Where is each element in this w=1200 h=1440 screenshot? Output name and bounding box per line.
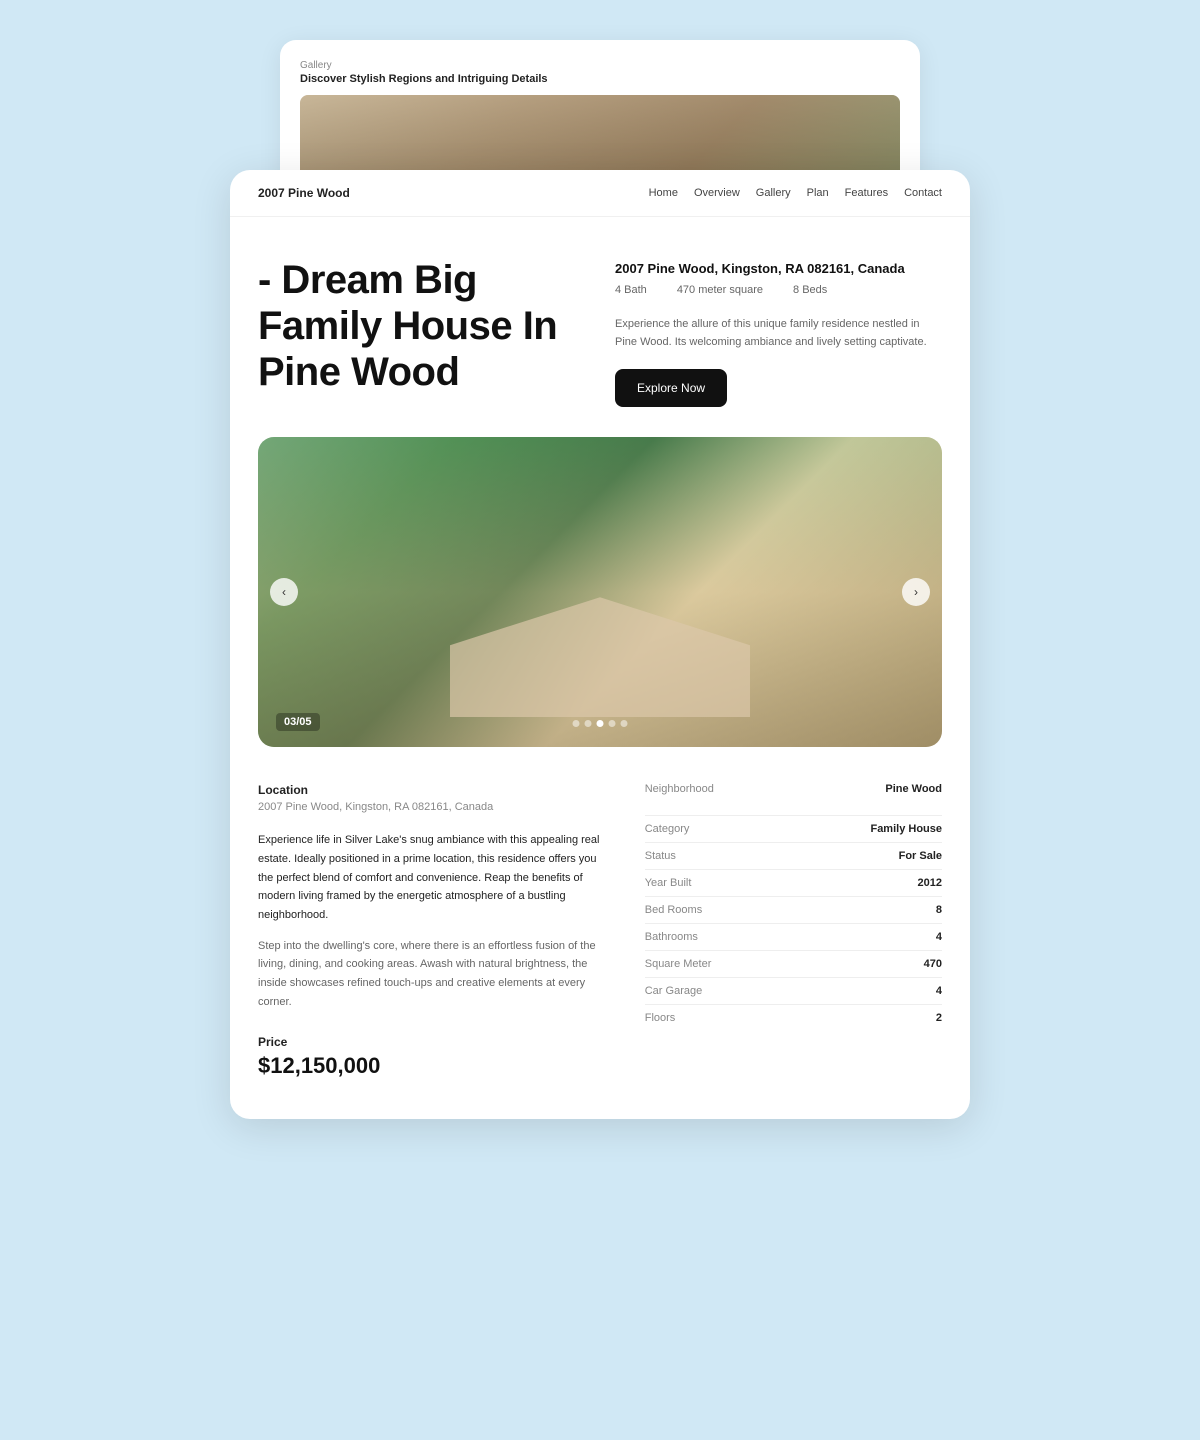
spec-row-4: Bathrooms 4: [645, 924, 942, 951]
hero-title: - Dream Big Family House In Pine Wood: [258, 257, 585, 395]
spec-row-1: Status For Sale: [645, 843, 942, 870]
stat-bath: 4 Bath: [615, 284, 647, 296]
spec-label-4: Bathrooms: [645, 924, 788, 951]
spec-row-7: Floors 2: [645, 1005, 942, 1032]
details-description-2: Step into the dwelling's core, where the…: [258, 937, 615, 1012]
price-label: Price: [258, 1035, 615, 1049]
hero-right: 2007 Pine Wood, Kingston, RA 082161, Can…: [615, 257, 942, 407]
nav-gallery[interactable]: Gallery: [756, 187, 791, 199]
hero-section: - Dream Big Family House In Pine Wood 20…: [230, 217, 970, 437]
nav-overview[interactable]: Overview: [694, 187, 740, 199]
hero-left: - Dream Big Family House In Pine Wood: [258, 257, 585, 407]
carousel-dot-3[interactable]: [597, 720, 604, 727]
carousel-image: [258, 437, 942, 747]
spec-label-3: Bed Rooms: [645, 897, 788, 924]
spec-value-2: 2012: [788, 870, 942, 897]
gallery-title: Discover Stylish Regions and Intriguing …: [300, 73, 900, 85]
carousel-next-button[interactable]: ›: [902, 578, 930, 606]
carousel-dots: [573, 720, 628, 727]
spec-value-6: 4: [788, 978, 942, 1005]
spec-value-3: 8: [788, 897, 942, 924]
page-wrapper: Gallery Discover Stylish Regions and Int…: [240, 40, 960, 1119]
spec-label-5: Square Meter: [645, 951, 788, 978]
spec-value-1: For Sale: [788, 843, 942, 870]
carousel-dot-5[interactable]: [621, 720, 628, 727]
details-description-1: Experience life in Silver Lake's snug am…: [258, 831, 615, 924]
nav-contact[interactable]: Contact: [904, 187, 942, 199]
neighborhood-row: Neighborhood Pine Wood: [645, 783, 942, 795]
spec-row-5: Square Meter 470: [645, 951, 942, 978]
stat-size: 470 meter square: [677, 284, 763, 296]
spec-label-1: Status: [645, 843, 788, 870]
spec-value-4: 4: [788, 924, 942, 951]
navigation: 2007 Pine Wood Home Overview Gallery Pla…: [230, 170, 970, 217]
spec-value-5: 470: [788, 951, 942, 978]
spec-label-0: Category: [645, 816, 788, 843]
spec-label-7: Floors: [645, 1005, 788, 1032]
price-value: $12,150,000: [258, 1053, 615, 1079]
details-right: Neighborhood Pine Wood Category Family H…: [645, 783, 942, 1079]
carousel-dot-2[interactable]: [585, 720, 592, 727]
gallery-label: Gallery: [300, 60, 900, 71]
spec-row-2: Year Built 2012: [645, 870, 942, 897]
spec-value-7: 2: [788, 1005, 942, 1032]
nav-links: Home Overview Gallery Plan Features Cont…: [649, 187, 942, 199]
carousel-counter: 03/05: [276, 713, 320, 731]
neighborhood-value: Pine Wood: [885, 783, 942, 795]
spec-row-6: Car Garage 4: [645, 978, 942, 1005]
carousel-prev-button[interactable]: ‹: [270, 578, 298, 606]
spec-row-0: Category Family House: [645, 816, 942, 843]
specs-table: Category Family House Status For Sale Ye…: [645, 815, 942, 1031]
nav-plan[interactable]: Plan: [807, 187, 829, 199]
spec-label-2: Year Built: [645, 870, 788, 897]
spec-value-0: Family House: [788, 816, 942, 843]
nav-home[interactable]: Home: [649, 187, 678, 199]
stat-beds: 8 Beds: [793, 284, 827, 296]
property-address: 2007 Pine Wood, Kingston, RA 082161, Can…: [615, 261, 942, 276]
details-section: Location 2007 Pine Wood, Kingston, RA 08…: [230, 747, 970, 1119]
location-address: 2007 Pine Wood, Kingston, RA 082161, Can…: [258, 801, 615, 813]
property-stats: 4 Bath 470 meter square 8 Beds: [615, 284, 942, 296]
neighborhood-label: Neighborhood: [645, 783, 714, 795]
nav-brand: 2007 Pine Wood: [258, 186, 350, 200]
property-description: Experience the allure of this unique fam…: [615, 316, 942, 351]
nav-features[interactable]: Features: [845, 187, 888, 199]
carousel-dot-1[interactable]: [573, 720, 580, 727]
carousel: ‹ › 03/05: [258, 437, 942, 747]
details-left: Location 2007 Pine Wood, Kingston, RA 08…: [258, 783, 615, 1079]
main-card: 2007 Pine Wood Home Overview Gallery Pla…: [230, 170, 970, 1119]
spec-label-6: Car Garage: [645, 978, 788, 1005]
carousel-dot-4[interactable]: [609, 720, 616, 727]
explore-button[interactable]: Explore Now: [615, 369, 727, 407]
location-label: Location: [258, 783, 615, 797]
spec-row-3: Bed Rooms 8: [645, 897, 942, 924]
